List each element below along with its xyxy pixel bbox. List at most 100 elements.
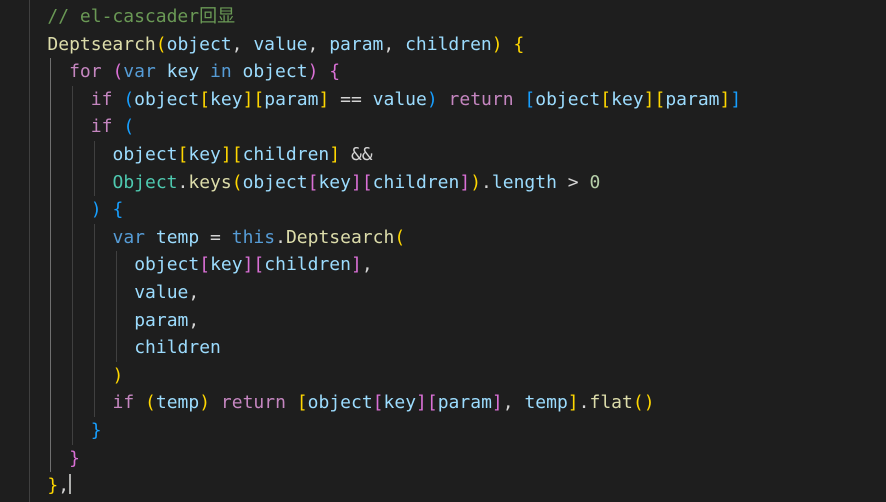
code-line[interactable]: param, (134, 307, 199, 334)
code-token: ] (416, 392, 427, 414)
code-token: ] (329, 144, 341, 165)
code-token: param (437, 392, 492, 414)
code-token: ] (350, 254, 362, 276)
code-token: ( (231, 171, 243, 193)
code-token: ] (567, 392, 579, 414)
code-line[interactable]: if (object[key][param] == value) return … (91, 86, 741, 113)
code-line[interactable]: ) (113, 362, 124, 389)
indent-guide (116, 251, 117, 362)
code-token: Object (112, 171, 178, 193)
code-token: object (112, 144, 178, 165)
code-token: param (264, 88, 319, 110)
code-token: param (329, 33, 384, 55)
code-token: param (134, 309, 189, 331)
code-token: ] (318, 88, 330, 110)
code-token: ) (307, 61, 319, 83)
code-token: key (210, 254, 243, 276)
code-token: object (166, 33, 232, 55)
indent-guide (94, 141, 95, 197)
code-line[interactable]: var temp = this.Deptsearch( (113, 224, 406, 251)
code-token: ) (426, 88, 438, 110)
code-token: value (372, 88, 427, 110)
code-token: children (264, 254, 351, 276)
code-line[interactable]: } (69, 445, 80, 472)
code-token: length (491, 171, 557, 193)
code-line[interactable]: Deptsearch(object, value, param, childre… (47, 31, 524, 58)
code-token: ] (643, 88, 655, 110)
code-token: ( (112, 61, 124, 83)
code-token: object (242, 171, 308, 193)
indent-guide (72, 85, 73, 445)
code-line[interactable]: object[key][children], (134, 251, 372, 278)
code-token: [ (654, 88, 666, 110)
code-line[interactable]: // el-cascader回显 (47, 3, 235, 30)
code-editor[interactable]: // el-cascader回显 Deptsearch(object, value… (0, 0, 886, 502)
code-token: Deptsearch (285, 226, 395, 248)
code-token: temp (524, 392, 568, 414)
code-line[interactable]: }, (47, 472, 72, 499)
code-token: ] (459, 171, 471, 193)
code-token: = (199, 226, 232, 248)
code-line[interactable]: if (temp) return [object[key][param], te… (113, 389, 655, 416)
code-token: ] (242, 254, 254, 276)
code-token: ] (350, 171, 362, 193)
code-token: key (611, 88, 644, 110)
code-token: object (535, 88, 601, 110)
code-token: [ (600, 88, 612, 110)
code-token: param (665, 88, 720, 110)
code-token: ] (242, 88, 254, 110)
code-token: value (253, 33, 308, 55)
code-token: [ (177, 144, 189, 165)
code-token: if (112, 392, 135, 414)
code-line[interactable]: for (var key in object) { (69, 58, 340, 85)
code-token: ] (220, 144, 232, 165)
code-token: ( (123, 116, 135, 138)
code-line[interactable]: object[key][children] && (113, 141, 373, 168)
code-line[interactable]: ) { (91, 196, 124, 223)
indent-guide (29, 0, 30, 502)
code-token: children (242, 144, 330, 165)
code-token: for (69, 61, 102, 83)
code-token: children (405, 33, 492, 55)
code-token: // el-cascader回显 (47, 6, 236, 27)
code-token: children (134, 337, 221, 359)
code-token: . (177, 171, 189, 193)
code-line[interactable]: Object.keys(object[key][children]).lengt… (113, 169, 601, 196)
code-token: && (340, 144, 373, 165)
code-line[interactable]: if ( (91, 113, 134, 140)
code-token: , (188, 282, 200, 303)
code-token: ) (491, 33, 503, 55)
code-token: [ (426, 392, 438, 414)
code-token: , (58, 475, 70, 497)
code-token: [ (524, 88, 536, 110)
code-token: ] (719, 88, 731, 110)
code-token: ) (112, 364, 124, 386)
code-line[interactable]: children (134, 334, 221, 361)
code-line[interactable]: } (91, 417, 102, 444)
indent-guide (50, 58, 51, 473)
code-token: temp (155, 392, 200, 414)
code-token: } (90, 420, 102, 441)
code-token: key (383, 392, 417, 414)
code-token: , (361, 254, 373, 276)
code-token: temp (155, 226, 200, 248)
code-token: ( (145, 392, 156, 414)
code-token: object (242, 61, 308, 83)
code-token: [ (199, 254, 211, 276)
code-line[interactable]: value, (134, 279, 199, 306)
code-token: . (275, 226, 286, 248)
code-token: ) (643, 392, 655, 414)
code-token: ) (470, 171, 482, 193)
code-token: ( (123, 88, 135, 110)
